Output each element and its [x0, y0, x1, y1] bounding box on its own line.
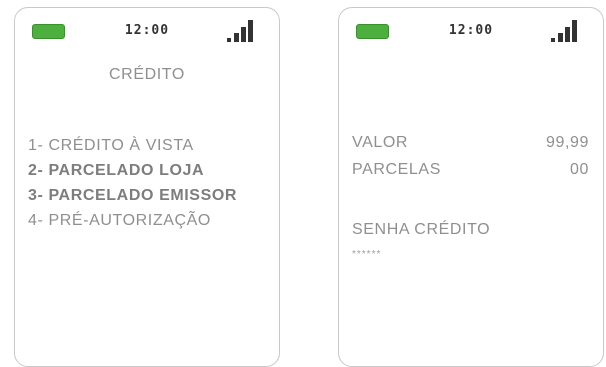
signal-strength-icon	[227, 20, 257, 42]
valor-label: VALOR	[352, 134, 409, 151]
parcelas-value: 00	[570, 161, 589, 178]
credit-options-menu: 1- CRÉDITO À VISTA 2- PARCELADO LOJA 3- …	[28, 133, 237, 233]
screen-title: CRÉDITO	[109, 66, 185, 83]
password-field[interactable]: ******	[352, 249, 381, 260]
senha-credito-label: SENHA CRÉDITO	[352, 221, 491, 238]
menu-item-pre-autorizacao[interactable]: 4- PRÉ-AUTORIZAÇÃO	[28, 208, 237, 233]
menu-item-parcelado-loja[interactable]: 2- PARCELADO LOJA	[28, 158, 237, 183]
status-bar: 12:00	[15, 20, 279, 46]
menu-item-credito-a-vista[interactable]: 1- CRÉDITO À VISTA	[28, 133, 237, 158]
right-terminal-screen: 12:00 VALOR 99,99 PARCELAS 00 SENHA CRÉD…	[338, 7, 604, 367]
valor-value: 99,99	[545, 134, 589, 151]
left-terminal-screen: 12:00 CRÉDITO 1- CRÉDITO À VISTA 2- PARC…	[14, 7, 280, 367]
parcelas-label: PARCELAS	[352, 161, 441, 178]
status-bar: 12:00	[339, 20, 603, 46]
signal-strength-icon	[551, 20, 581, 42]
menu-item-parcelado-emissor[interactable]: 3- PARCELADO EMISSOR	[28, 183, 237, 208]
